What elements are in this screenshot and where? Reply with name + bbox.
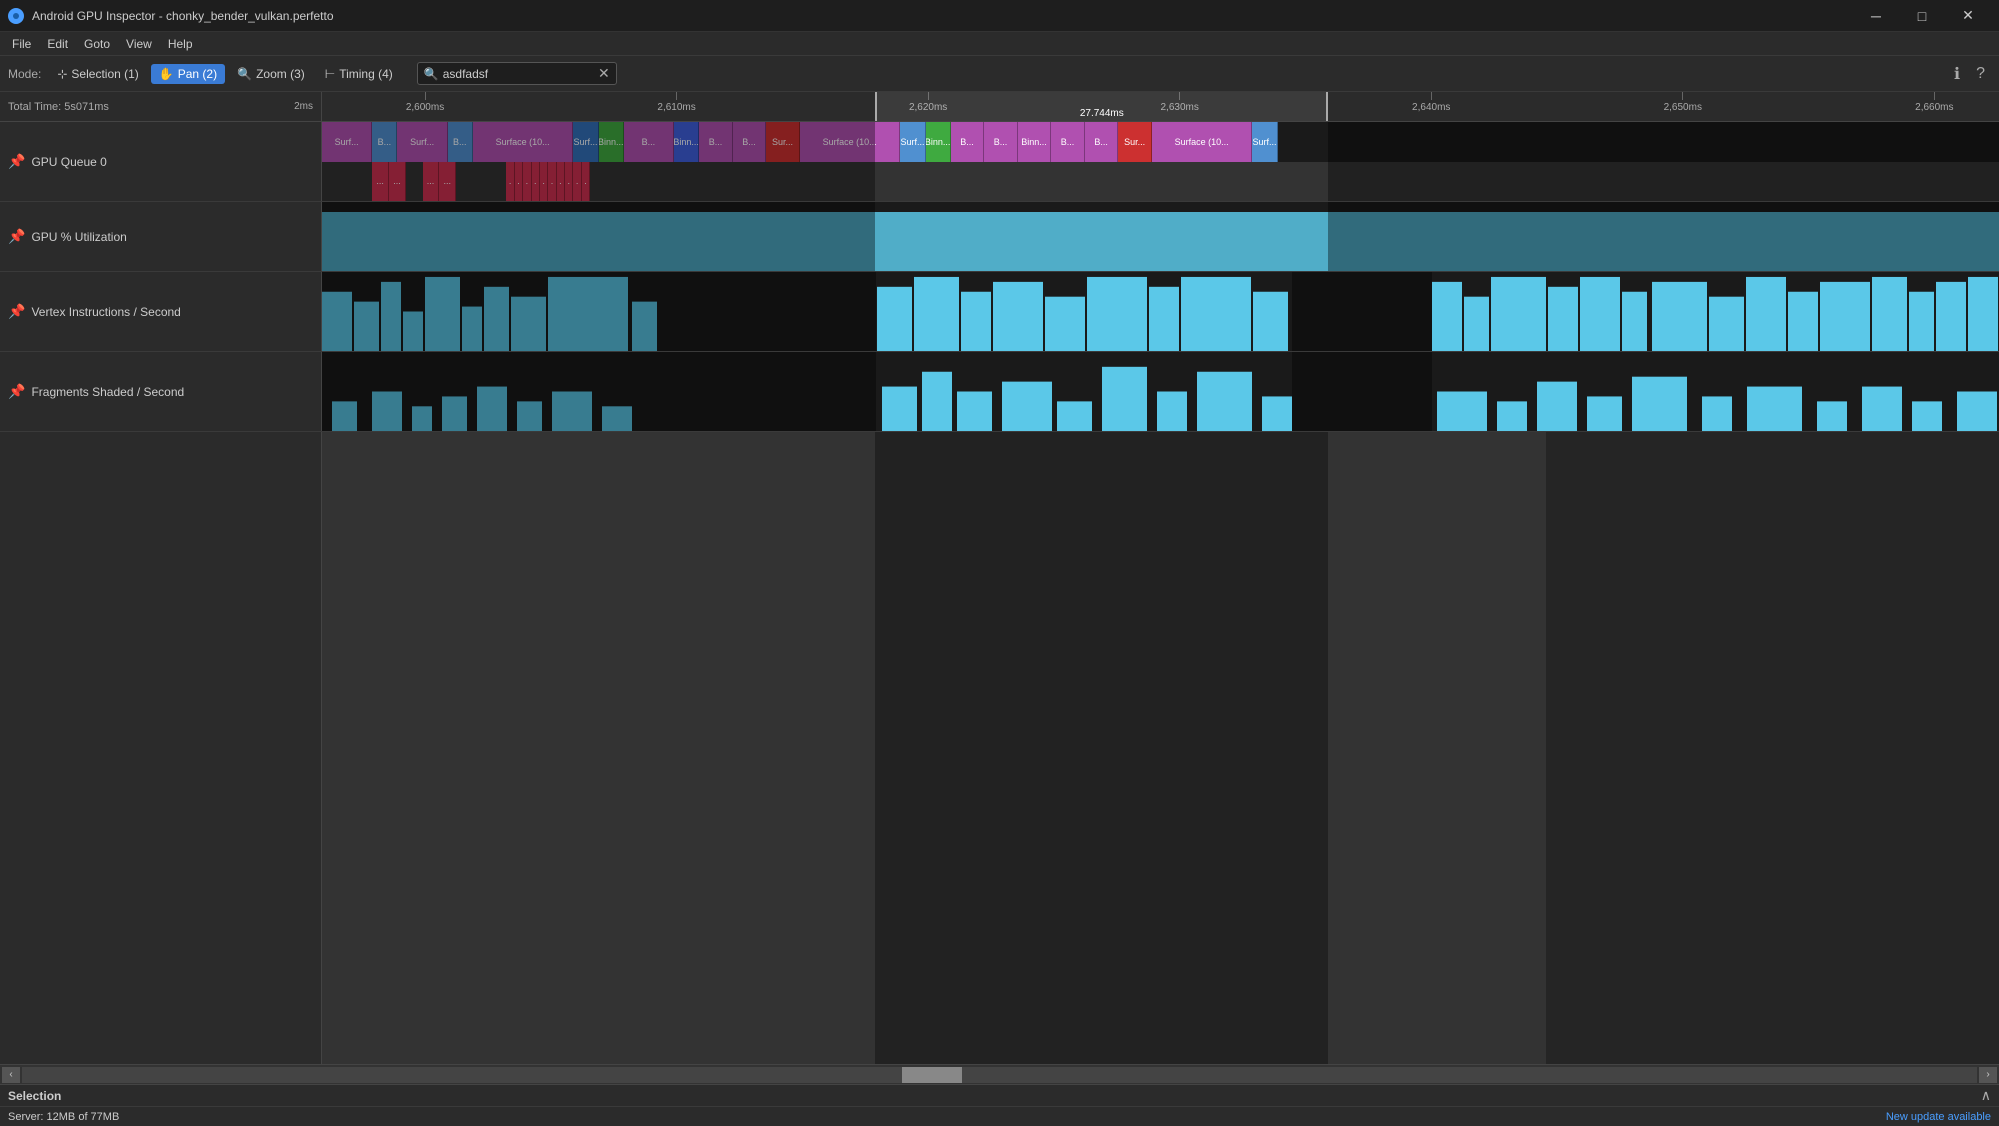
track-gpu-util: 📌 GPU % Utilization <box>0 202 1999 272</box>
track-vertex: 📌 Vertex Instructions / Second <box>0 272 1999 352</box>
ruler-left: Total Time: 5s071ms 2ms <box>0 92 322 121</box>
minimize-button[interactable]: ─ <box>1853 0 1899 32</box>
pan-mode-button[interactable]: ✋ Pan (2) <box>151 64 225 84</box>
track-label-vertex: 📌 Vertex Instructions / Second <box>0 272 322 351</box>
selection-title: Selection <box>8 1089 61 1103</box>
app-icon <box>8 8 24 24</box>
search-icon: 🔍 <box>424 67 439 81</box>
timing-mode-button[interactable]: ⊢ Timing (4) <box>317 64 401 84</box>
update-link[interactable]: New update available <box>1886 1111 1991 1123</box>
help-icon-button[interactable]: ? <box>1970 63 1991 85</box>
menu-goto[interactable]: Goto <box>76 35 118 53</box>
track-label-gpu-queue: 📌 GPU Queue 0 <box>0 122 322 201</box>
pin-icon-gpu-queue[interactable]: 📌 <box>8 153 25 170</box>
scale-label: 2ms <box>294 101 313 112</box>
search-clear-button[interactable]: ✕ <box>598 65 610 82</box>
bottom-panel-content: Server: 12MB of 77MB New update availabl… <box>0 1107 1999 1126</box>
server-label: Server: <box>8 1111 43 1123</box>
fragments-content[interactable] <box>322 352 1999 431</box>
empty-area <box>0 432 1999 1064</box>
selection-duration-label: 27.744ms <box>1080 108 1124 121</box>
gpu-util-content[interactable] <box>322 202 1999 271</box>
track-fragments: 📌 Fragments Shaded / Second <box>0 352 1999 432</box>
selection-mode-button[interactable]: ⊹ Selection (1) <box>49 64 146 84</box>
track-label-gpu-util: 📌 GPU % Utilization <box>0 202 322 271</box>
timing-icon: ⊢ <box>325 67 335 81</box>
empty-left <box>0 432 322 1064</box>
title-bar-controls: ─ □ ✕ <box>1853 0 1991 32</box>
menu-view[interactable]: View <box>118 35 160 53</box>
vertex-content[interactable] <box>322 272 1999 351</box>
gpu-util-label: GPU % Utilization <box>31 230 126 244</box>
mode-bar: Mode: ⊹ Selection (1) ✋ Pan (2) 🔍 Zoom (… <box>0 56 1999 92</box>
gpu-queue-content[interactable]: Surf... B... Surf... B... Surface (10...… <box>322 122 1999 201</box>
selection-mode-label: Selection (1) <box>71 67 138 81</box>
server-info: Server: 12MB of 77MB <box>8 1111 119 1123</box>
empty-content <box>322 432 1999 1064</box>
collapse-button[interactable]: ∧ <box>1981 1087 1991 1104</box>
total-time-label: Total Time: 5s071ms <box>8 101 109 113</box>
menu-edit[interactable]: Edit <box>39 35 76 53</box>
horizontal-scrollbar[interactable]: ‹ › <box>0 1064 1999 1084</box>
search-box: 🔍 ✕ <box>417 62 617 85</box>
maximize-button[interactable]: □ <box>1899 0 1945 32</box>
menu-file[interactable]: File <box>4 35 39 53</box>
track-label-fragments: 📌 Fragments Shaded / Second <box>0 352 322 431</box>
empty-col-1 <box>322 432 875 1064</box>
menu-bar: File Edit Goto View Help <box>0 32 1999 56</box>
search-input[interactable] <box>443 67 598 81</box>
scroll-track[interactable] <box>22 1067 1977 1083</box>
scroll-thumb[interactable] <box>902 1067 962 1083</box>
ruler-content[interactable]: 2,600ms 2,610ms 2,620ms 2,630ms 2,640ms … <box>322 92 1999 121</box>
ruler-row: Total Time: 5s071ms 2ms 2,600ms 2,610ms … <box>0 92 1999 122</box>
pin-icon-vertex[interactable]: 📌 <box>8 303 25 320</box>
scroll-right-button[interactable]: › <box>1979 1067 1997 1083</box>
bottom-panel-header: Selection ∧ <box>0 1085 1999 1107</box>
empty-col-4 <box>1546 432 1999 1064</box>
pan-icon: ✋ <box>159 67 174 81</box>
server-value: 12MB of 77MB <box>47 1111 120 1123</box>
timing-mode-label: Timing (4) <box>339 67 393 81</box>
selection-region[interactable]: 27.744ms <box>875 92 1328 121</box>
fragments-label: Fragments Shaded / Second <box>31 385 184 399</box>
close-button[interactable]: ✕ <box>1945 0 1991 32</box>
scroll-left-button[interactable]: ‹ <box>2 1067 20 1083</box>
zoom-icon: 🔍 <box>237 67 252 81</box>
gpu-queue-label: GPU Queue 0 <box>31 155 106 169</box>
title-bar-left: Android GPU Inspector - chonky_bender_vu… <box>8 8 334 24</box>
tracks-area: 📌 GPU Queue 0 Surf... B... Surf... B... … <box>0 122 1999 1064</box>
menu-help[interactable]: Help <box>160 35 201 53</box>
empty-col-2 <box>875 432 1328 1064</box>
title-bar: Android GPU Inspector - chonky_bender_vu… <box>0 0 1999 32</box>
window-title: Android GPU Inspector - chonky_bender_vu… <box>32 9 334 23</box>
zoom-mode-button[interactable]: 🔍 Zoom (3) <box>229 64 313 84</box>
info-button[interactable]: ℹ <box>1948 62 1966 86</box>
pan-mode-label: Pan (2) <box>178 67 217 81</box>
empty-col-3 <box>1328 432 1546 1064</box>
timeline-container: Total Time: 5s071ms 2ms 2,600ms 2,610ms … <box>0 92 1999 1126</box>
pin-icon-gpu-util[interactable]: 📌 <box>8 228 25 245</box>
track-gpu-queue: 📌 GPU Queue 0 Surf... B... Surf... B... … <box>0 122 1999 202</box>
pin-icon-fragments[interactable]: 📌 <box>8 383 25 400</box>
bottom-panel: Selection ∧ Server: 12MB of 77MB New upd… <box>0 1084 1999 1126</box>
mode-label: Mode: <box>8 67 41 81</box>
zoom-mode-label: Zoom (3) <box>256 67 305 81</box>
selection-icon: ⊹ <box>57 67 67 81</box>
vertex-label: Vertex Instructions / Second <box>31 305 180 319</box>
